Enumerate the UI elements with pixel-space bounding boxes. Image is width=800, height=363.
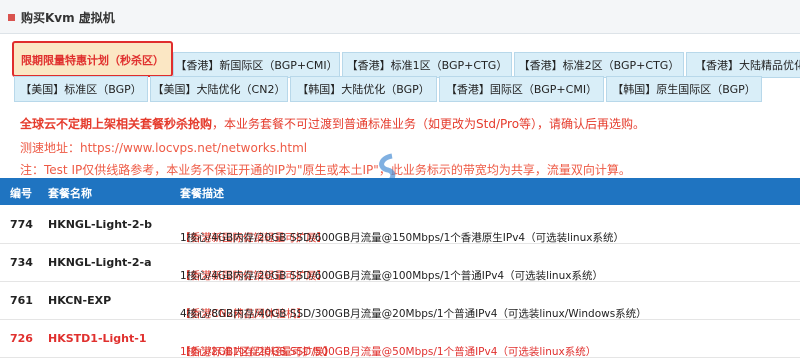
table-row[interactable]: 734 HKNGL-Light-2-a 【香港新国际促销轻量可扩展】 1核心/4G… bbox=[0, 244, 800, 282]
row-desc-text: 1核心/2GB内存/20GB SSD/500GB月流量@50Mbps/1个普通I… bbox=[180, 346, 597, 358]
tab-hk-new-intl[interactable]: 【香港】新国际区（BGP+CMI） bbox=[173, 52, 340, 78]
row-name[interactable]: HKSTD1-Light-1 bbox=[48, 332, 146, 345]
row-name[interactable]: HKNGL-Light-2-a bbox=[48, 256, 152, 269]
notice-flash-sale-rest: ，本业务套餐不可过渡到普通标准业务（如更改为Std/Pro等），请确认后再选购。 bbox=[212, 117, 646, 131]
table-row[interactable]: 761 HKCN-EXP 【香港CN2精品网体验机】 4核心/8GB内存/40GB… bbox=[0, 282, 800, 320]
row-id: 726 bbox=[10, 332, 33, 345]
row-id: 734 bbox=[10, 256, 33, 269]
table-row[interactable]: 726 HKSTD1-Light-1 【香港标准1区促销轻量可扩展】 1核心/2G… bbox=[0, 320, 800, 358]
tab-us-std[interactable]: 【美国】标准区（BGP） bbox=[14, 76, 148, 102]
row-desc-text: 1核心/4GB内存/20GB SSD/600GB月流量@100Mbps/1个普通… bbox=[180, 270, 603, 282]
speedtest-link[interactable]: 测速地址：https://www.locvps.net/networks.htm… bbox=[20, 139, 307, 156]
page-title: 购买Kvm 虚拟机 bbox=[21, 11, 115, 25]
row-desc-text: 4核心/8GB内存/40GB SSD/300GB月流量@20Mbps/1个普通I… bbox=[180, 308, 647, 320]
tab-kr-native-intl[interactable]: 【韩国】原生国际区（BGP） bbox=[606, 76, 762, 102]
notice-flash-sale-bold: 全球云不定期上架相关套餐秒杀抢购 bbox=[20, 117, 213, 131]
tab-hk-std1[interactable]: 【香港】标准1区（BGP+CTG） bbox=[342, 52, 512, 78]
tab-hk-std2[interactable]: 【香港】标准2区（BGP+CTG） bbox=[514, 52, 684, 78]
tab-us-cn2[interactable]: 【美国】大陆优化（CN2） bbox=[150, 76, 288, 102]
row-desc-text: 1核心/4GB内存/20GB SSD/600GB月流量@150Mbps/1个香港… bbox=[180, 232, 624, 244]
notice-flash-sale: 全球云不定期上架相关套餐秒杀抢购，本业务套餐不可过渡到普通标准业务（如更改为St… bbox=[20, 115, 645, 132]
tab-flash-sale[interactable]: 限期限量特惠计划（秒杀区） bbox=[12, 41, 173, 77]
row-name[interactable]: HKNGL-Light-2-b bbox=[48, 218, 152, 231]
tab-kr-mainland[interactable]: 【韩国】大陆优化（BGP） bbox=[290, 76, 437, 102]
table-header: 编号 套餐名称 套餐描述 bbox=[0, 178, 800, 205]
col-desc-header: 套餐描述 bbox=[180, 187, 224, 200]
table-row[interactable]: 774 HKNGL-Light-2-b 【香港新国际促销轻量可扩展】 1核心/4G… bbox=[0, 206, 800, 244]
col-name-header: 套餐名称 bbox=[48, 187, 92, 200]
row-id: 761 bbox=[10, 294, 33, 307]
row-id: 774 bbox=[10, 218, 33, 231]
col-id-header: 编号 bbox=[10, 187, 32, 200]
page-header: 购买Kvm 虚拟机 bbox=[0, 0, 800, 34]
bullet-square-icon bbox=[8, 14, 15, 21]
notice-test-ip: 注：Test IP仅供线路参考，本业务不保证开通的IP为"原生或本土IP"，此业… bbox=[20, 163, 631, 177]
row-name[interactable]: HKCN-EXP bbox=[48, 294, 111, 307]
tab-hk-intl[interactable]: 【香港】国际区（BGP+CMI） bbox=[439, 76, 604, 102]
tab-hk-mainland-premium[interactable]: 【香港】大陆精品优化 bbox=[686, 52, 800, 78]
